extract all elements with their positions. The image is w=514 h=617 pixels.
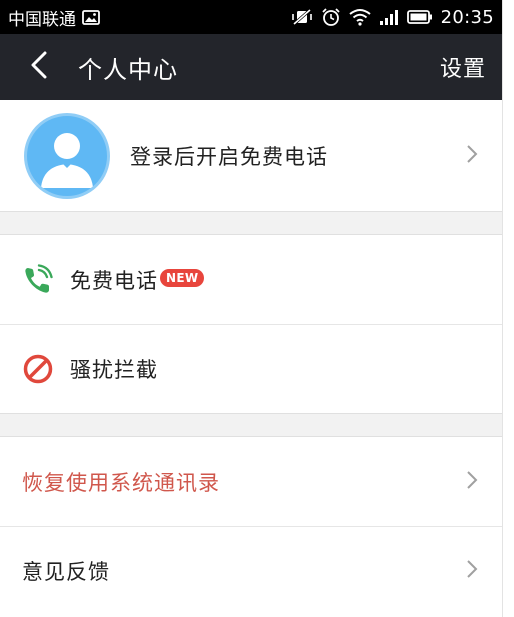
alarm-icon <box>321 7 341 27</box>
gallery-icon <box>82 9 100 25</box>
feedback-row[interactable]: 意见反馈 <box>0 526 502 615</box>
carrier-name: 中国联通 <box>8 9 76 30</box>
back-button[interactable] <box>14 34 64 100</box>
free-call-row[interactable]: 免费电话 NEW <box>0 235 502 324</box>
clock-time: 20:35 <box>440 6 494 28</box>
signal-icon <box>379 9 399 25</box>
nav-bar: 个人中心 设置 <box>0 34 502 100</box>
section-divider <box>0 211 502 235</box>
restore-contacts-row[interactable]: 恢复使用系统通讯录 <box>0 437 502 526</box>
chevron-left-icon <box>30 51 48 83</box>
wifi-icon <box>349 8 371 26</box>
new-badge: NEW <box>160 268 205 287</box>
chevron-right-icon <box>466 559 478 583</box>
personal-center-screen: 中国联通 20:35 个人中心 设置 登录后开启免费电话 免费电话 NEW 骚扰… <box>0 0 503 617</box>
login-row[interactable]: 登录后开启免费电话 <box>0 100 502 211</box>
block-label: 骚扰拦截 <box>70 358 158 382</box>
free-call-label: 免费电话 <box>70 268 158 293</box>
no-entry-icon <box>22 353 54 385</box>
page-title: 个人中心 <box>78 55 178 84</box>
person-silhouette-icon <box>27 116 107 196</box>
chevron-right-icon <box>466 144 478 168</box>
phone-ringing-icon <box>22 263 54 296</box>
harassment-block-row[interactable]: 骚扰拦截 <box>0 324 502 413</box>
section-divider <box>0 413 502 437</box>
status-bar: 中国联通 20:35 <box>0 0 502 34</box>
login-prompt: 登录后开启免费电话 <box>130 144 328 169</box>
chevron-right-icon <box>466 470 478 494</box>
avatar <box>24 112 110 199</box>
settings-button[interactable]: 设置 <box>440 34 486 100</box>
status-left: 中国联通 <box>8 5 100 30</box>
restore-contacts-label: 恢复使用系统通讯录 <box>22 470 220 495</box>
status-right: 20:35 <box>291 7 494 28</box>
feedback-label: 意见反馈 <box>22 560 110 584</box>
vibrate-off-icon <box>291 8 313 26</box>
battery-icon <box>406 9 433 25</box>
